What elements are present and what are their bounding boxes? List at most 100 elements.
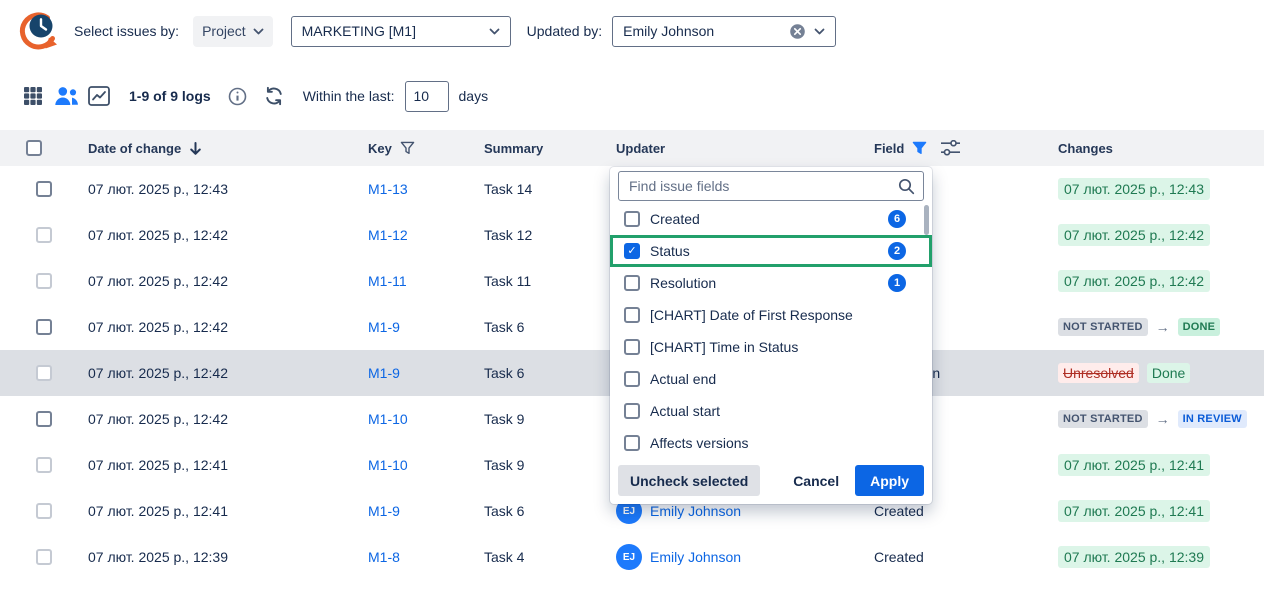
option-checkbox[interactable] [624,211,640,227]
summary-cell: Task 9 [464,457,596,473]
option-checkbox[interactable] [624,403,640,419]
field-filter-active-icon[interactable] [912,141,927,155]
status-to-lozenge: IN REVIEW [1178,410,1247,428]
refresh-icon[interactable] [264,86,284,106]
days-input[interactable] [405,81,449,112]
select-all-checkbox[interactable] [26,140,42,156]
summary-cell: Task 6 [464,365,596,381]
sort-desc-icon[interactable] [189,141,202,156]
date-of-change-cell: 07 лют. 2025 р., 12:42 [68,411,348,427]
field-option-actual-start[interactable]: Actual start [610,395,932,427]
table-row[interactable]: 07 лют. 2025 р., 12:39 M1-8 Task 4 EJ Em… [0,534,1264,580]
field-option-chart-date-of-first-response[interactable]: [CHART] Date of First Response [610,299,932,331]
option-checkbox[interactable] [624,243,640,259]
count-badge: 2 [888,242,906,260]
summary-cell: Task 14 [464,181,596,197]
col-changes: Changes [1038,141,1264,156]
updated-by-label: Updated by: [527,23,603,39]
option-checkbox[interactable] [624,371,640,387]
cancel-button[interactable]: Cancel [793,473,839,489]
field-cell: Created [854,549,1038,565]
issue-key-link[interactable]: M1-13 [368,181,408,197]
clear-icon[interactable] [789,23,806,40]
summary-cell: Task 12 [464,227,596,243]
date-of-change-cell: 07 лют. 2025 р., 12:42 [68,273,348,289]
chart-view-icon[interactable] [86,83,112,109]
logs-count: 1-9 of 9 logs [129,88,211,104]
arrow-right-icon: → [1156,411,1170,427]
changes-cell: 07 лют. 2025 р., 12:39 [1038,546,1264,568]
issue-key-link[interactable]: M1-10 [368,411,408,427]
users-view-icon[interactable] [53,83,79,109]
field-option-affects-versions[interactable]: Affects versions [610,427,932,459]
table-header-row: Date of change Key Summary Updater Field [0,130,1264,166]
field-option-actual-end[interactable]: Actual end [610,363,932,395]
issue-source-mode-dropdown[interactable]: Project [193,16,273,47]
row-checkbox[interactable] [36,273,52,289]
issue-key-link[interactable]: M1-12 [368,227,408,243]
count-badge: 6 [888,210,906,228]
key-filter-icon[interactable] [400,141,415,155]
chevron-down-icon [489,28,500,35]
scrollbar-thumb[interactable] [924,205,929,235]
column-settings-icon[interactable] [941,140,960,156]
top-filter-bar: Select issues by: Project MARKETING [M1]… [0,0,1264,62]
row-checkbox[interactable] [36,181,52,197]
change-date-value: 07 лют. 2025 р., 12:43 [1058,178,1210,200]
issue-key-link[interactable]: M1-9 [368,365,400,381]
issue-key-link[interactable]: M1-9 [368,319,400,335]
row-checkbox[interactable] [36,549,52,565]
row-checkbox[interactable] [36,411,52,427]
issue-key-link[interactable]: M1-11 [368,273,407,289]
changes-cell: NOT STARTED → DONE [1038,318,1264,336]
field-option-status[interactable]: Status 2 [610,235,932,267]
project-value: MARKETING [M1] [302,23,481,39]
date-of-change-cell: 07 лют. 2025 р., 12:42 [68,319,348,335]
field-option-chart-time-in-status[interactable]: [CHART] Time in Status [610,331,932,363]
option-checkbox[interactable] [624,339,640,355]
changes-cell: 07 лют. 2025 р., 12:42 [1038,270,1264,292]
option-checkbox[interactable] [624,307,640,323]
within-last-label: Within the last: [303,88,395,104]
change-date-value: 07 лют. 2025 р., 12:41 [1058,454,1210,476]
summary-cell: Task 6 [464,503,596,519]
field-option-resolution[interactable]: Resolution 1 [610,267,932,299]
issue-key-link[interactable]: M1-9 [368,503,400,519]
field-option-created[interactable]: Created 6 [610,203,932,235]
option-checkbox[interactable] [624,435,640,451]
resolution-new-value: Done [1147,363,1190,383]
logs-toolbar: 1-9 of 9 logs Within the last: days [0,62,1264,130]
dropdown-footer: Uncheck selected Cancel Apply [610,459,932,504]
issue-key-link[interactable]: M1-10 [368,457,408,473]
changes-cell: Unresolved Done [1038,363,1264,383]
col-date-of-change[interactable]: Date of change [68,141,348,156]
field-search-input[interactable] [618,171,924,201]
select-issues-by-label: Select issues by: [74,23,179,39]
info-icon[interactable] [228,87,247,106]
row-checkbox[interactable] [36,457,52,473]
updater-link[interactable]: Emily Johnson [650,503,741,519]
updated-by-select[interactable]: Emily Johnson [612,16,836,47]
field-cell: Created [854,503,1038,519]
updater-cell: EJ Emily Johnson [596,544,854,570]
col-summary: Summary [464,141,596,156]
apply-button[interactable]: Apply [855,465,924,496]
date-of-change-cell: 07 лют. 2025 р., 12:41 [68,457,348,473]
changes-cell: 07 лют. 2025 р., 12:41 [1038,454,1264,476]
row-checkbox[interactable] [36,503,52,519]
option-checkbox[interactable] [624,275,640,291]
uncheck-selected-button[interactable]: Uncheck selected [618,465,760,496]
project-select[interactable]: MARKETING [M1] [291,16,511,47]
updater-link[interactable]: Emily Johnson [650,549,741,565]
field-filter-dropdown: Created 6 Status 2 Resolution 1 [CHART] … [610,167,932,504]
summary-cell: Task 9 [464,411,596,427]
row-checkbox[interactable] [36,319,52,335]
row-checkbox[interactable] [36,365,52,381]
summary-cell: Task 6 [464,319,596,335]
row-checkbox[interactable] [36,227,52,243]
issue-key-link[interactable]: M1-8 [368,549,400,565]
changes-cell: 07 лют. 2025 р., 12:43 [1038,178,1264,200]
avatar: EJ [616,544,642,570]
col-updater: Updater [596,141,854,156]
table-view-icon[interactable] [20,83,46,109]
